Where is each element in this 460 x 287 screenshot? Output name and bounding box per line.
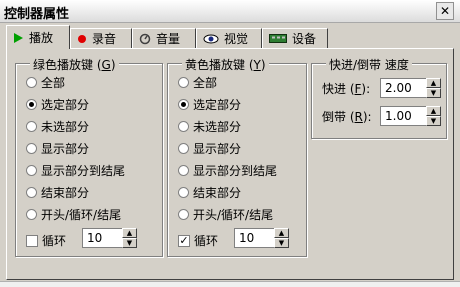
rewind-speed-spinner[interactable]: 1.00 ▲ ▼ — [380, 106, 441, 126]
tab-device[interactable]: 设备 — [262, 28, 328, 48]
radio-button[interactable] — [178, 77, 189, 88]
spinner-buttons[interactable]: ▲ ▼ — [122, 228, 137, 248]
tab-label: 录音 — [92, 32, 117, 46]
tab-record[interactable]: 录音 — [70, 28, 132, 48]
green-option-selection[interactable]: 选定部分 — [26, 96, 89, 113]
title-bar: 控制器属性 ✕ — [0, 0, 460, 23]
option-label: 未选部分 — [41, 120, 90, 134]
spin-down-icon[interactable]: ▼ — [426, 116, 441, 126]
forward-speed-row: 快进 (F): 2.00 ▲ ▼ — [322, 78, 441, 98]
radio-button[interactable] — [178, 209, 189, 220]
radio-button[interactable] — [26, 187, 37, 198]
green-option-visible-to-end[interactable]: 显示部分到结尾 — [26, 162, 125, 179]
yellow-option-head-loop-tail[interactable]: 开头/循环/结尾 — [178, 206, 273, 223]
green-option-all[interactable]: 全部 — [26, 74, 65, 91]
spinner-buttons[interactable]: ▲ ▼ — [274, 228, 289, 248]
rewind-speed-field[interactable]: 1.00 — [380, 106, 426, 126]
radio-button[interactable] — [178, 99, 189, 110]
yellow-option-visible-to-end[interactable]: 显示部分到结尾 — [178, 162, 277, 179]
option-label: 全部 — [41, 76, 66, 90]
playback-panel: 绿色播放键 (G) 全部 选定部分 未选部分 显示部分 显示部分到结尾 结束部分… — [6, 48, 454, 280]
forward-speed-label: 快进 (F): — [322, 81, 371, 96]
tab-label: 视觉 — [224, 32, 249, 46]
option-label: 结束部分 — [41, 186, 90, 200]
tab-label: 音量 — [156, 32, 181, 46]
yellow-option-unselected[interactable]: 未选部分 — [178, 118, 241, 135]
yellow-option-selection[interactable]: 选定部分 — [178, 96, 241, 113]
green-play-key-group: 绿色播放键 (G) 全部 选定部分 未选部分 显示部分 显示部分到结尾 结束部分… — [15, 56, 163, 257]
spin-up-icon[interactable]: ▲ — [122, 228, 137, 238]
yellow-play-key-group: 黄色播放键 (Y) 全部 选定部分 未选部分 显示部分 显示部分到结尾 结束部分… — [167, 56, 307, 257]
radio-button[interactable] — [178, 187, 189, 198]
tab-volume[interactable]: 音量 — [132, 28, 196, 48]
spin-up-icon[interactable]: ▲ — [426, 78, 441, 88]
window-title: 控制器属性 — [4, 7, 70, 22]
option-label: 开头/循环/结尾 — [41, 208, 122, 222]
yellow-option-visible[interactable]: 显示部分 — [178, 140, 241, 157]
option-label: 选定部分 — [193, 98, 242, 112]
loop-label: 循环 — [42, 234, 67, 248]
forward-speed-field[interactable]: 2.00 — [380, 78, 426, 98]
option-label: 结束部分 — [193, 186, 242, 200]
spin-down-icon[interactable]: ▼ — [274, 238, 289, 248]
radio-button[interactable] — [26, 165, 37, 176]
green-option-unselected[interactable]: 未选部分 — [26, 118, 89, 135]
tab-playback[interactable]: 播放 — [6, 25, 70, 49]
play-icon — [14, 32, 23, 43]
green-loop-checkbox[interactable] — [26, 234, 38, 247]
record-icon — [78, 34, 86, 43]
yellow-option-end[interactable]: 结束部分 — [178, 184, 241, 201]
green-option-head-loop-tail[interactable]: 开头/循环/结尾 — [26, 206, 121, 223]
radio-button[interactable] — [26, 143, 37, 154]
eye-icon — [203, 34, 219, 43]
option-label: 选定部分 — [41, 98, 90, 112]
option-label: 显示部分 — [193, 142, 242, 156]
tab-visual[interactable]: 视觉 — [196, 28, 262, 48]
radio-button[interactable] — [26, 209, 37, 220]
speed-group-legend: 快进/倒带 速度 — [326, 56, 412, 73]
radio-button[interactable] — [26, 77, 37, 88]
spinner-buttons[interactable]: ▲ ▼ — [426, 78, 441, 98]
spin-up-icon[interactable]: ▲ — [426, 106, 441, 116]
yellow-option-all[interactable]: 全部 — [178, 74, 217, 91]
option-label: 显示部分 — [41, 142, 90, 156]
radio-button[interactable] — [178, 121, 189, 132]
spinner-buttons[interactable]: ▲ ▼ — [426, 106, 441, 126]
green-option-visible[interactable]: 显示部分 — [26, 140, 89, 157]
spin-down-icon[interactable]: ▼ — [122, 238, 137, 248]
spin-up-icon[interactable]: ▲ — [274, 228, 289, 238]
spin-down-icon[interactable]: ▼ — [426, 88, 441, 98]
option-label: 显示部分到结尾 — [193, 164, 278, 178]
yellow-group-legend: 黄色播放键 (Y) — [182, 56, 269, 73]
radio-button[interactable] — [178, 143, 189, 154]
close-button[interactable]: ✕ — [436, 2, 454, 20]
option-label: 显示部分到结尾 — [41, 164, 126, 178]
green-loop-count-field[interactable]: 10 — [82, 228, 122, 248]
yellow-loop-count-spinner[interactable]: 10 ▲ ▼ — [234, 228, 289, 248]
speed-group: 快进/倒带 速度 快进 (F): 2.00 ▲ ▼ 倒带 (R): 1.00 ▲ ▼ — [311, 56, 447, 139]
option-label: 开头/循环/结尾 — [193, 208, 274, 222]
forward-speed-spinner[interactable]: 2.00 ▲ ▼ — [380, 78, 441, 98]
device-icon — [269, 34, 287, 43]
rewind-speed-row: 倒带 (R): 1.00 ▲ ▼ — [322, 106, 441, 126]
yellow-loop-count-field[interactable]: 10 — [234, 228, 274, 248]
tab-label: 设备 — [292, 32, 317, 46]
green-loop-count-spinner[interactable]: 10 ▲ ▼ — [82, 228, 137, 248]
volume-icon — [139, 33, 151, 44]
green-loop-checkbox-row[interactable]: 循环 — [26, 232, 66, 249]
loop-label: 循环 — [194, 234, 219, 248]
green-option-end[interactable]: 结束部分 — [26, 184, 89, 201]
yellow-loop-checkbox-row[interactable]: ✓ 循环 — [178, 232, 218, 249]
radio-button[interactable] — [26, 121, 37, 132]
yellow-loop-checkbox[interactable]: ✓ — [178, 234, 190, 247]
option-label: 未选部分 — [193, 120, 242, 134]
window-bottom-edge — [0, 281, 460, 287]
radio-button[interactable] — [178, 165, 189, 176]
tab-label: 播放 — [29, 31, 54, 45]
rewind-speed-label: 倒带 (R): — [322, 109, 372, 124]
option-label: 全部 — [193, 76, 218, 90]
radio-button[interactable] — [26, 99, 37, 110]
green-group-legend: 绿色播放键 (G) — [30, 56, 119, 73]
